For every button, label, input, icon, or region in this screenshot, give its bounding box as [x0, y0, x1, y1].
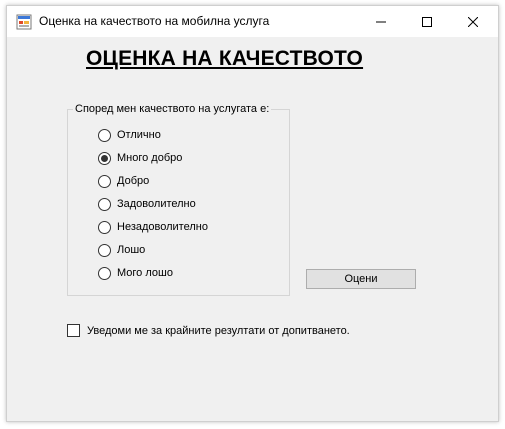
radio-button-icon — [98, 220, 111, 234]
radio-label: Задоволително — [117, 198, 196, 210]
main-window: Оценка на качеството на мобилна услуга О… — [6, 5, 499, 422]
radio-label: Мого лошо — [117, 267, 173, 279]
radio-label: Отлично — [117, 129, 161, 141]
rate-button[interactable]: Оцени — [306, 269, 416, 289]
radio-option-excellent[interactable]: Отлично — [98, 127, 161, 143]
minimize-button[interactable] — [358, 6, 404, 37]
radio-selected-dot — [101, 154, 108, 162]
radio-button-icon — [98, 174, 111, 188]
radio-button-icon — [98, 243, 111, 257]
radio-label: Добро — [117, 175, 150, 187]
radio-option-very-good[interactable]: Много добро — [98, 150, 182, 166]
notify-checkbox[interactable]: Уведоми ме за крайните резултати от допи… — [67, 324, 350, 337]
maximize-icon — [422, 16, 432, 27]
radio-option-good[interactable]: Добро — [98, 173, 149, 189]
minimize-icon — [376, 21, 386, 22]
radio-button-icon — [98, 151, 111, 165]
app-form-icon — [16, 14, 32, 30]
notify-checkbox-label: Уведоми ме за крайните резултати от допи… — [87, 324, 350, 337]
page-title: ОЦЕНКА НА КАЧЕСТВОТО — [86, 47, 364, 70]
radio-option-satisfactory[interactable]: Задоволително — [98, 196, 196, 212]
checkbox-icon — [67, 324, 80, 337]
maximize-button[interactable] — [404, 6, 450, 37]
radio-button-icon — [98, 266, 111, 280]
window-title: Оценка на качеството на мобилна услуга — [39, 14, 270, 28]
radio-button-icon — [98, 128, 111, 142]
radio-label: Незадоволително — [117, 221, 208, 233]
title-bar: Оценка на качеството на мобилна услуга — [7, 6, 498, 37]
radio-button-icon — [98, 197, 111, 211]
radio-label: Много добро — [117, 152, 183, 164]
radio-option-unsatisfactory[interactable]: Незадоволително — [98, 219, 208, 235]
group-legend: Според мен качеството на услугата е: — [73, 103, 272, 115]
radio-option-very-bad[interactable]: Мого лошо — [98, 265, 173, 281]
radio-label: Лошо — [117, 244, 146, 256]
radio-option-bad[interactable]: Лошо — [98, 242, 145, 258]
close-icon — [468, 16, 478, 27]
close-button[interactable] — [450, 6, 496, 37]
